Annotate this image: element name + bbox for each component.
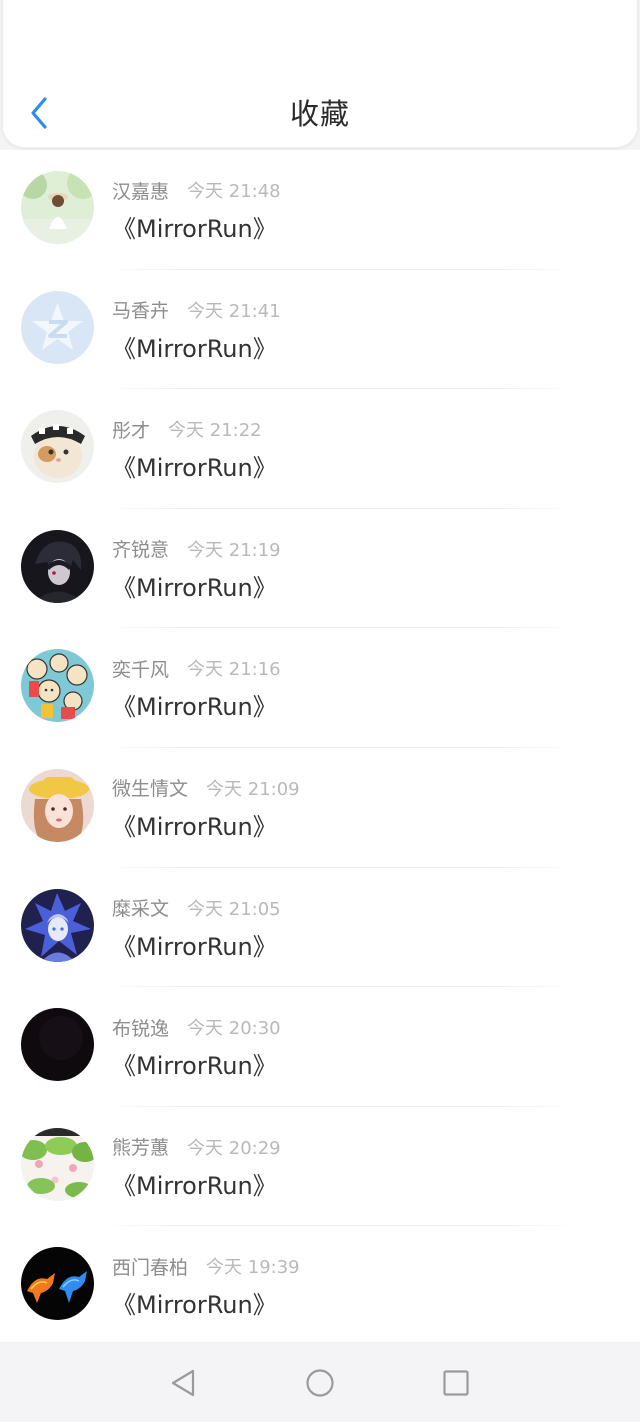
avatar — [21, 1008, 94, 1082]
list-item[interactable]: 熊芳蕙 今天 20:29 《MirrorRun》 — [0, 1107, 640, 1227]
user-name: 马香卉 — [112, 300, 170, 323]
user-name: 熊芳蕙 — [112, 1137, 170, 1160]
timestamp: 今天 20:29 — [187, 1137, 281, 1159]
system-navigation-bar — [0, 1342, 640, 1422]
user-name: 西门春柏 — [112, 1256, 189, 1279]
nav-home-button[interactable] — [305, 1368, 335, 1398]
user-name: 彤才 — [112, 419, 151, 442]
nav-back-button[interactable] — [169, 1368, 199, 1398]
item-title: 《MirrorRun》 — [112, 693, 277, 722]
timestamp: 今天 21:22 — [168, 420, 262, 442]
list-item[interactable]: 汉嘉惠 今天 21:48 《MirrorRun》 — [0, 150, 640, 270]
item-title: 《MirrorRun》 — [112, 454, 277, 483]
user-name: 糜采文 — [112, 898, 170, 921]
list-item[interactable]: 西门春柏 今天 19:39 《MirrorRun》 — [0, 1226, 640, 1342]
item-title: 《MirrorRun》 — [112, 215, 277, 243]
list-item[interactable]: 彤才 今天 21:22 《MirrorRun》 — [0, 389, 640, 509]
timestamp: 今天 20:30 — [187, 1018, 281, 1040]
avatar — [21, 290, 94, 364]
list-item[interactable]: 奕千风 今天 21:16 《MirrorRun》 — [0, 628, 640, 748]
list-item[interactable]: 布锐逸 今天 20:30 《MirrorRun》 — [0, 987, 640, 1107]
timestamp: 今天 21:48 — [187, 181, 281, 202]
user-name: 布锐逸 — [112, 1017, 170, 1040]
user-name: 汉嘉惠 — [112, 180, 170, 203]
top-bar: 收藏 — [2, 0, 638, 148]
item-title: 《MirrorRun》 — [112, 334, 277, 363]
avatar — [21, 171, 94, 244]
timestamp: 今天 21:19 — [187, 539, 281, 561]
item-title: 《MirrorRun》 — [112, 812, 277, 841]
timestamp: 今天 21:41 — [187, 300, 281, 322]
page-title: 收藏 — [289, 97, 350, 131]
avatar — [21, 529, 94, 603]
user-name: 微生情文 — [112, 778, 189, 801]
avatar — [21, 410, 94, 484]
timestamp: 今天 21:16 — [187, 659, 281, 681]
avatar — [21, 1247, 94, 1321]
item-title: 《MirrorRun》 — [112, 1052, 277, 1081]
user-name: 齐锐意 — [112, 539, 170, 562]
circle-home-icon — [306, 1369, 334, 1397]
avatar — [21, 1127, 94, 1201]
favorites-list: 汉嘉惠 今天 21:48 《MirrorRun》 马香卉 今天 21:41 《M… — [0, 150, 640, 1342]
avatar — [21, 768, 94, 842]
avatar — [21, 649, 94, 723]
list-item[interactable]: 马香卉 今天 21:41 《MirrorRun》 — [0, 270, 640, 390]
item-title: 《MirrorRun》 — [112, 1171, 277, 1200]
list-item[interactable]: 糜采文 今天 21:05 《MirrorRun》 — [0, 868, 640, 988]
list-item[interactable]: 齐锐意 今天 21:19 《MirrorRun》 — [0, 509, 640, 629]
square-recent-icon — [443, 1370, 469, 1396]
item-title: 《MirrorRun》 — [112, 932, 277, 961]
timestamp: 今天 19:39 — [206, 1257, 300, 1279]
user-name: 奕千风 — [112, 658, 170, 681]
timestamp: 今天 21:05 — [187, 898, 281, 920]
list-item[interactable]: 微生情文 今天 21:09 《MirrorRun》 — [0, 748, 640, 868]
triangle-back-icon — [171, 1369, 195, 1397]
item-title: 《MirrorRun》 — [112, 573, 277, 602]
item-title: 《MirrorRun》 — [112, 1291, 277, 1320]
nav-recent-button[interactable] — [441, 1368, 471, 1398]
avatar — [21, 888, 94, 962]
timestamp: 今天 21:09 — [206, 778, 300, 800]
